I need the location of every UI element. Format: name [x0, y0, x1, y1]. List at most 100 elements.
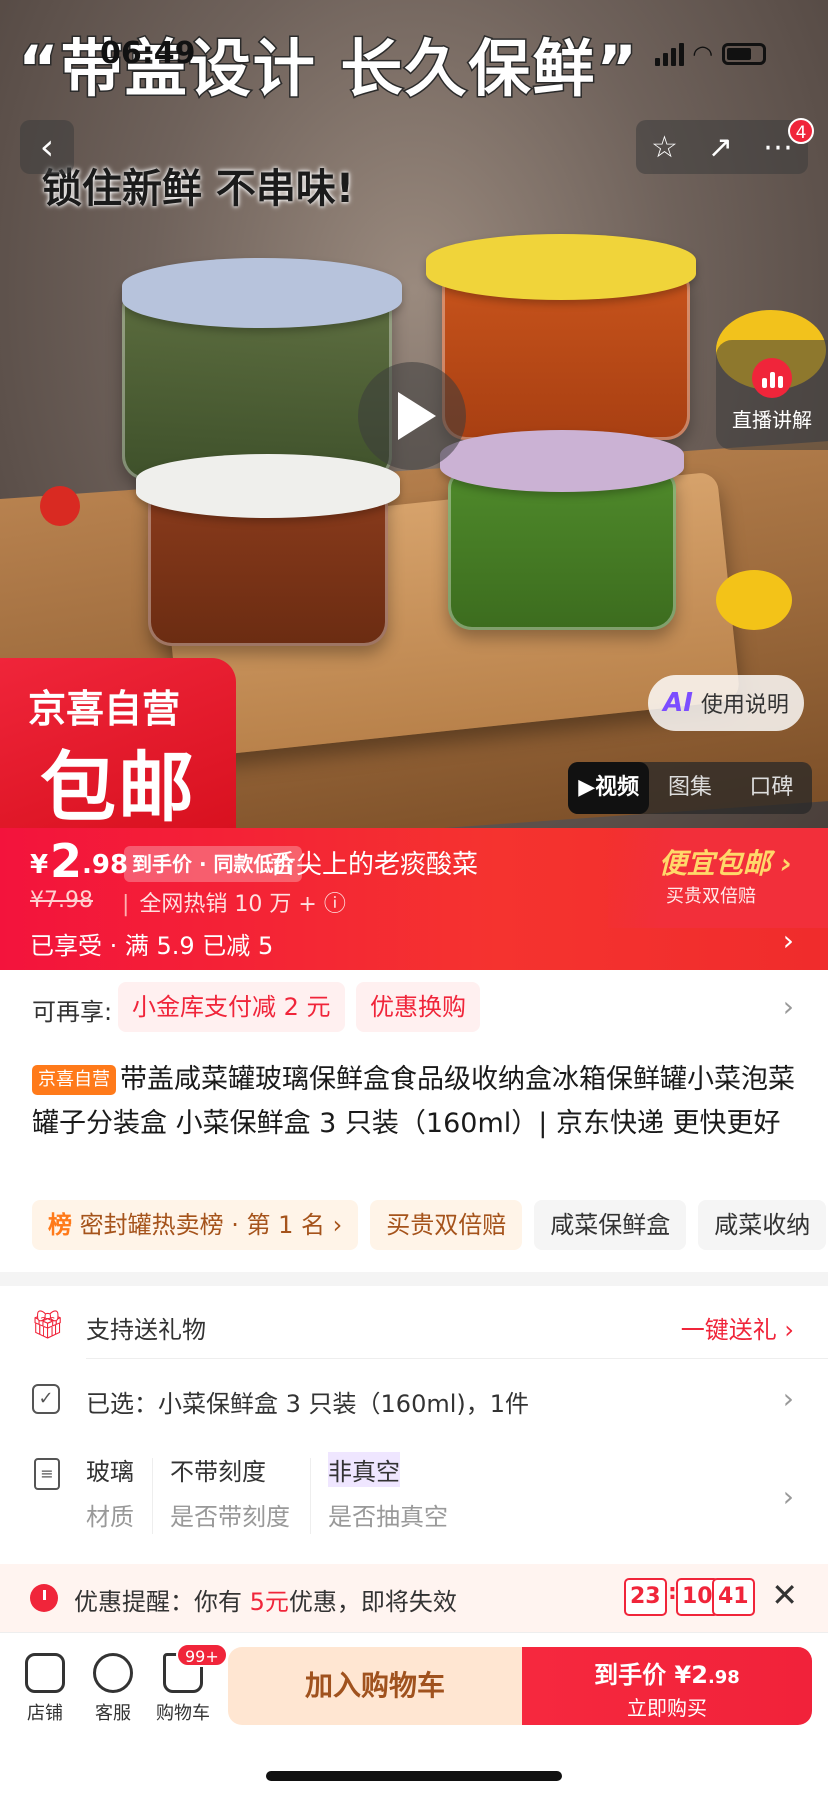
tab-gallery[interactable]: 图集: [649, 762, 730, 814]
chevron-left-icon: ‹: [39, 126, 55, 168]
jar-lid-purple: [440, 430, 684, 492]
product-media[interactable]: “带盖设计 长久保鲜” 锁住新鲜 不串味! 06:49 ◠ ‹ ☆ ↗ ⋯ 4 …: [0, 0, 828, 828]
jingxi-badge-line1: 京喜自营: [28, 687, 181, 731]
price-decimal: .98: [82, 850, 129, 880]
cheap-shipping-promo[interactable]: 便宜包邮 › 买贵双倍赔: [608, 828, 828, 928]
back-button[interactable]: ‹: [20, 120, 74, 174]
reminder-amount: 5元: [249, 1588, 289, 1616]
live-explain-button[interactable]: 直播讲解: [716, 340, 828, 450]
selected-variant-text: 已选：小菜保鲜盒 3 只装（160ml)，1件: [86, 1390, 530, 1418]
jar-lid-blue: [122, 258, 402, 328]
store-label: 店铺: [27, 1703, 63, 1724]
double-refund-tag[interactable]: 买贵双倍赔: [370, 1200, 523, 1250]
tab-reviews[interactable]: 口碑: [731, 762, 812, 814]
status-bar: 06:49 ◠: [0, 36, 828, 76]
enjoyed-discount: 已享受 · 满 5.9 已减 5: [30, 932, 274, 960]
home-indicator: [266, 1771, 562, 1781]
service-label: 客服: [95, 1703, 131, 1724]
bottom-action-bar: 店铺 客服 购物车 99+ 加入购物车 到手价 ¥2.98 立即购买: [0, 1632, 828, 1795]
selected-variant-row[interactable]: ✓ 已选：小菜保鲜盒 3 只装（160ml)，1件 ›: [0, 1360, 828, 1440]
rank-label: 密封罐热卖榜 · 第 1 名 ›: [79, 1211, 343, 1239]
status-time: 06:49: [100, 36, 196, 71]
price-banner[interactable]: ¥ 2 .98 到手价 · 同款低价 舌尖上的老痰酸菜 ¥7.98 | 全网热销 …: [0, 828, 828, 970]
spec-divider: [152, 1458, 153, 1534]
hero-subline: 锁住新鲜 不串味!: [42, 166, 355, 212]
reminder-suffix: 优惠，即将失效: [288, 1588, 457, 1616]
chevron-right-icon[interactable]: ›: [783, 1382, 794, 1415]
row-divider: [86, 1358, 828, 1359]
gift-row[interactable]: 🎁︎ 支持送礼物 一键送礼 ›: [0, 1286, 828, 1366]
lemon-decoration: [716, 570, 792, 630]
price-integer: 2: [50, 834, 83, 888]
section-divider: [0, 1272, 828, 1286]
wifi-icon: ◠: [693, 40, 712, 68]
live-label: 直播讲解: [732, 407, 812, 432]
chevron-right-icon[interactable]: ›: [783, 924, 794, 957]
specs-row[interactable]: ≡ 玻璃 材质 不带刻度 是否带刻度 非真空 是否抽真空 ›: [0, 1440, 828, 1564]
cart-label: 购物车: [156, 1703, 210, 1724]
store-button[interactable]: 店铺: [8, 1653, 82, 1725]
spec-label: 材质: [86, 1503, 134, 1531]
product-nickname: 舌尖上的老痰酸菜: [270, 850, 479, 880]
service-button[interactable]: 客服: [76, 1653, 150, 1725]
chevron-right-icon[interactable]: ›: [783, 990, 794, 1023]
buy-price-dec: .98: [707, 1667, 740, 1688]
buy-now-button[interactable]: 到手价 ¥2.98 立即购买: [522, 1647, 812, 1725]
send-gift-link[interactable]: 一键送礼 ›: [681, 1310, 794, 1345]
price-currency: ¥: [30, 850, 49, 880]
offer-chip-exchange[interactable]: 优惠换购: [356, 982, 480, 1032]
jingxi-badge-line2: 包邮: [40, 743, 196, 828]
jingxi-badge: 京喜自营 包邮: [0, 658, 236, 828]
spec-material: 玻璃 材质: [86, 1452, 134, 1532]
rank-tag[interactable]: 榜 密封罐热卖榜 · 第 1 名 ›: [32, 1200, 359, 1250]
product-title-block: 京喜自营 带盖咸菜罐玻璃保鲜盒食品级收纳盒冰箱保鲜罐小菜泡菜罐子分装盒 小菜保鲜盒…: [32, 1058, 804, 1146]
spec-value: 非真空: [328, 1452, 400, 1487]
extra-offers-row[interactable]: 可再享: 小金库支付减 2 元 优惠换购 ›: [0, 970, 828, 1046]
play-button[interactable]: [358, 362, 466, 470]
jingxi-self-badge: 京喜自营: [32, 1065, 116, 1095]
product-page: “带盖设计 长久保鲜” 锁住新鲜 不串味! 06:49 ◠ ‹ ☆ ↗ ⋯ 4 …: [0, 0, 828, 1795]
gift-label: 支持送礼物: [86, 1316, 206, 1344]
ai-instructions-button[interactable]: AI 使用说明: [648, 675, 804, 731]
spec-label: 是否带刻度: [170, 1503, 290, 1531]
keyword-tag[interactable]: 咸菜收纳: [698, 1200, 827, 1250]
tag-strip: 榜 密封罐热卖榜 · 第 1 名 › 买贵双倍赔 咸菜保鲜盒 咸菜收纳: [32, 1200, 828, 1252]
reminder-text: 优惠提醒：你有 5元优惠，即将失效: [74, 1582, 457, 1617]
notification-badge: 4: [788, 118, 814, 144]
jar-lid-yellow: [426, 234, 696, 300]
spec-scale: 不带刻度 是否带刻度: [170, 1452, 290, 1532]
status-icons: ◠: [654, 40, 766, 68]
countdown-seconds: 41: [712, 1578, 755, 1616]
buy-now-label: 立即购买: [627, 1696, 707, 1720]
chevron-right-icon[interactable]: ›: [783, 1480, 794, 1513]
reminder-prefix: 优惠提醒：你有: [74, 1588, 250, 1616]
cart-count-badge: 99+: [176, 1643, 228, 1667]
document-icon: ≡: [34, 1458, 60, 1490]
offer-chip-wallet[interactable]: 小金库支付减 2 元: [118, 982, 345, 1032]
clock-icon: [30, 1584, 58, 1612]
chat-icon: [93, 1653, 133, 1693]
buy-price-label: 到手价: [594, 1661, 675, 1689]
buy-price: 到手价 ¥2.98: [522, 1655, 812, 1690]
share-icon[interactable]: ↗: [708, 130, 733, 165]
star-icon[interactable]: ☆: [651, 130, 678, 165]
info-icon[interactable]: ⓘ: [324, 892, 346, 917]
keyword-tag[interactable]: 咸菜保鲜盒: [534, 1200, 687, 1250]
ai-icon: AI: [663, 688, 693, 718]
jar-pepper-pickle: [448, 470, 676, 630]
hot-sales: | 全网热销 10 万 + ⓘ: [122, 892, 346, 917]
product-title: 带盖咸菜罐玻璃保鲜盒食品级收纳盒冰箱保鲜罐小菜泡菜罐子分装盒 小菜保鲜盒 3 只…: [32, 1064, 795, 1139]
signal-icon: [654, 42, 684, 66]
tab-video[interactable]: ▶视频: [568, 762, 650, 814]
store-icon: [25, 1653, 65, 1693]
add-to-cart-button[interactable]: 加入购物车: [228, 1647, 522, 1725]
top-actions: ☆ ↗ ⋯: [636, 120, 808, 174]
rank-icon: 榜: [48, 1211, 72, 1239]
extra-offers-label: 可再享:: [32, 998, 113, 1026]
countdown-hours: 23: [624, 1578, 667, 1616]
battery-icon: [722, 43, 766, 65]
close-icon[interactable]: ✕: [771, 1576, 798, 1614]
spec-value: 玻璃: [86, 1458, 134, 1486]
play-icon: [398, 392, 436, 440]
spec-label: 是否抽真空: [328, 1503, 448, 1531]
